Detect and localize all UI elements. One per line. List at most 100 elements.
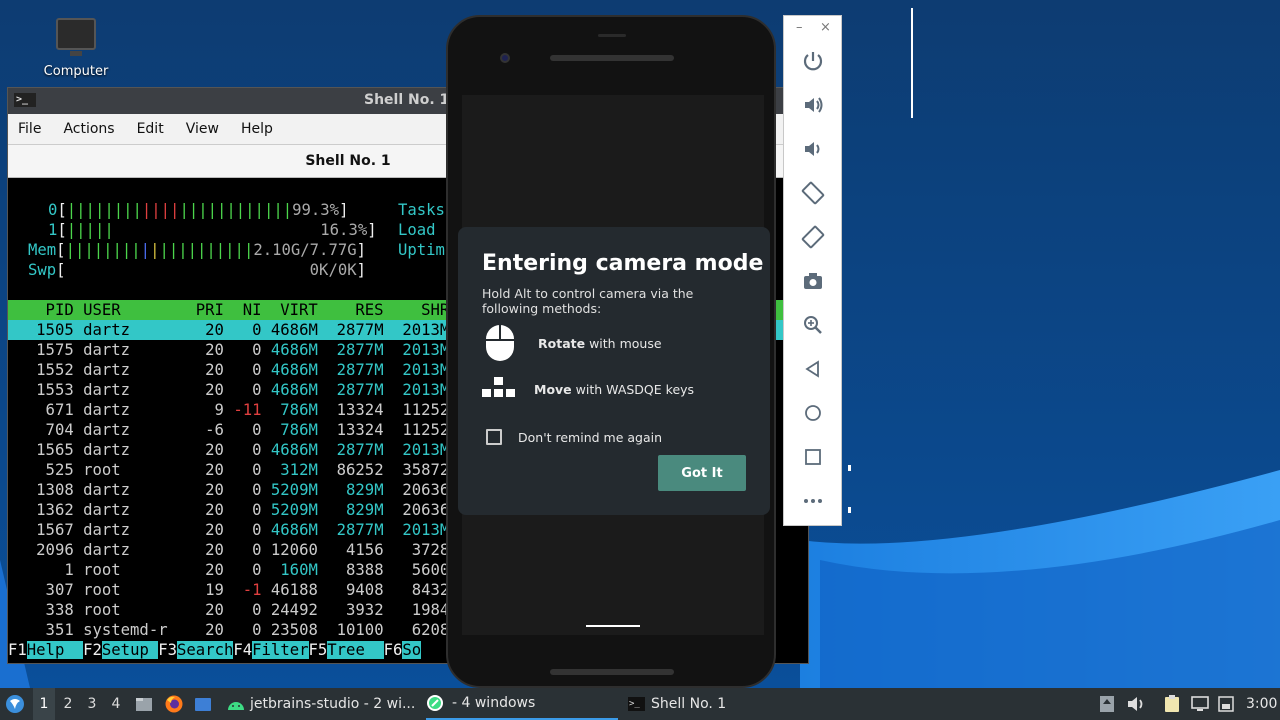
workspace-2[interactable]: 2 [57,688,79,720]
user-cell: root [73,461,177,479]
task-jetbrains-studio[interactable]: jetbrains-studio - 2 wi... [226,688,415,720]
shr-cell: 2013M [383,321,450,339]
virt-cell: 23508 [261,621,318,639]
dont-remind-checkbox[interactable] [486,429,502,445]
desktop-artifact-dot [848,507,851,513]
menu-file[interactable]: File [18,121,41,137]
desktop-computer-shortcut[interactable]: Computer [38,18,114,79]
ni-cell: 0 [223,481,262,499]
overview-icon[interactable] [798,442,828,472]
cpu1-meter: 1[||||| 16.3%] [48,221,377,239]
pid-cell: 1362 [8,501,74,519]
pri-cell: -6 [177,421,224,439]
res-cell: 829M [317,481,384,499]
got-it-button[interactable]: Got It [658,455,746,491]
res-cell: 4156 [317,541,384,559]
display-icon[interactable] [1191,688,1211,720]
home-icon[interactable] [798,398,828,428]
cpu0-meter: 0[||||||||||||||||||||||||99.3%] [48,201,349,219]
ni-cell: 0 [223,441,262,459]
pid-cell: 1 [8,561,74,579]
workspace-3[interactable]: 3 [81,688,103,720]
pri-cell: 9 [177,401,224,419]
swap-meter: Swp[ 0K/0K] [28,261,367,279]
fkey-f3[interactable]: F3 [158,641,177,659]
pri-cell: 20 [177,521,224,539]
ni-cell: 0 [223,521,262,539]
task-emulator[interactable]: - 4 windows [426,688,618,720]
res-cell: 3932 [317,601,384,619]
ni-cell: 0 [223,601,262,619]
fkey-label[interactable]: So [402,641,422,659]
user-cell: root [73,561,177,579]
tab-shell-1[interactable]: Shell No. 1 [305,153,390,169]
camera-mode-dialog: Entering camera mode Hold Alt to control… [458,227,770,515]
network-icon[interactable] [1218,688,1236,720]
clipboard-icon[interactable] [1164,688,1182,720]
user-cell: root [73,581,177,599]
shr-cell: 1984 [383,601,450,619]
res-cell: 9408 [317,581,384,599]
menu-help[interactable]: Help [241,121,273,137]
fkey-f5[interactable]: F5 [309,641,328,659]
clock[interactable]: 3:00 [1246,688,1277,720]
shr-cell: 20636 [383,501,450,519]
power-icon[interactable] [798,46,828,76]
more-icon[interactable] [798,486,828,516]
file-manager-icon[interactable] [135,688,155,720]
task-label: - 4 windows [452,695,536,711]
virt-cell: 4686M [261,321,318,339]
res-cell: 2877M [317,381,384,399]
menu-actions[interactable]: Actions [63,121,114,137]
fkey-label[interactable]: Search [177,641,234,659]
rotate-left-icon[interactable] [798,178,828,208]
fkey-label[interactable]: Filter [252,641,309,659]
dont-remind-label[interactable]: Don't remind me again [518,430,662,445]
fkey-label[interactable]: Help [26,641,84,659]
pid-cell: 1565 [8,441,74,459]
pid-cell: 1553 [8,381,74,399]
firefox-icon[interactable] [164,688,184,720]
volume-up-icon[interactable] [798,90,828,120]
fkey-f2[interactable]: F2 [83,641,102,659]
menu-view[interactable]: View [186,121,219,137]
rotate-right-icon[interactable] [798,222,828,252]
ni-cell: 0 [223,321,262,339]
app-launcher-icon[interactable] [194,688,214,720]
pid-cell: 1308 [8,481,74,499]
gesture-home-bar[interactable] [586,625,640,627]
fkey-label[interactable]: Tree [327,641,384,659]
user-cell: dartz [73,381,177,399]
volume-icon[interactable] [1126,688,1146,720]
taskbar: 1 2 3 4 jetbrains-studio - 2 wi... - 4 w… [0,688,1280,720]
minimize-button[interactable]: – [796,20,803,35]
shr-cell: 2013M [383,341,450,359]
user-cell: dartz [73,421,177,439]
virt-cell: 160M [261,561,318,579]
fkey-f4[interactable]: F4 [233,641,252,659]
pri-cell: 20 [177,341,224,359]
fkey-f6[interactable]: F6 [384,641,403,659]
shr-cell: 2013M [383,361,450,379]
update-notifier-icon[interactable] [1099,688,1117,720]
start-menu-icon[interactable] [4,688,28,720]
fkey-label[interactable]: Setup [101,641,159,659]
pri-cell: 20 [177,381,224,399]
res-cell: 829M [317,501,384,519]
pid-cell: 1567 [8,521,74,539]
close-button[interactable]: × [820,20,831,35]
menu-edit[interactable]: Edit [137,121,164,137]
phone-speaker [550,55,674,61]
back-icon[interactable] [798,354,828,384]
dont-remind-row[interactable]: Don't remind me again [486,429,662,445]
task-shell[interactable]: >_ Shell No. 1 [628,688,726,720]
workspace-1[interactable]: 1 [33,688,55,720]
computer-icon [56,18,96,56]
ni-cell: 0 [223,541,262,559]
zoom-icon[interactable] [798,310,828,340]
volume-down-icon[interactable] [798,134,828,164]
workspace-4[interactable]: 4 [105,688,127,720]
camera-icon[interactable] [798,266,828,296]
fkey-f1[interactable]: F1 [8,641,27,659]
mem-meter: Mem[||||||||||||||||||||2.10G/7.77G] [28,241,367,259]
